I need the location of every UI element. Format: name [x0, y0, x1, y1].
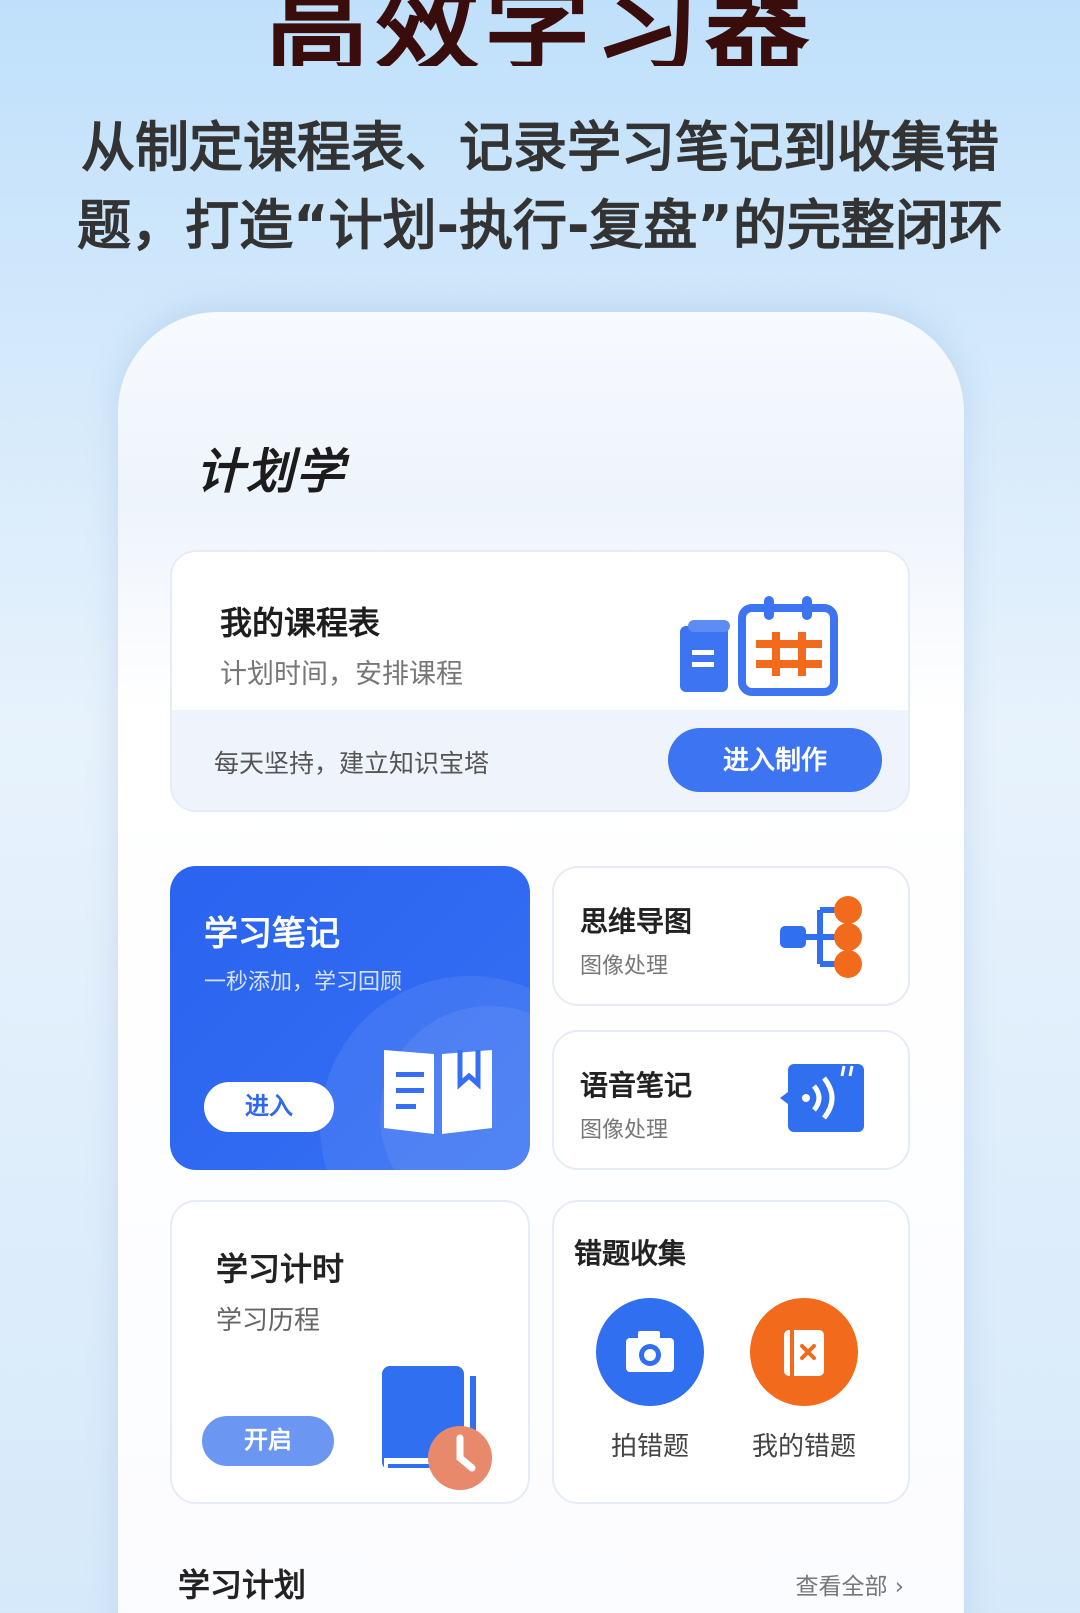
timetable-title: 我的课程表: [220, 604, 381, 642]
study-timer-start-button[interactable]: 开启: [202, 1416, 334, 1466]
study-notes-subtitle: 一秒添加，学习回顾: [204, 970, 403, 995]
section-title: 计划学: [196, 444, 347, 500]
study-notes-enter-button[interactable]: 进入: [204, 1082, 334, 1132]
wrong-questions-title: 错题收集: [574, 1237, 687, 1270]
study-timer-card[interactable]: 学习计时 学习历程 开启: [170, 1200, 530, 1504]
enter-create-button[interactable]: 进入制作: [668, 728, 882, 792]
my-wrong-questions-button[interactable]: [750, 1298, 858, 1406]
mindmap-icon: [780, 896, 862, 978]
voice-note-card[interactable]: 语音笔记 图像处理: [552, 1030, 910, 1170]
study-notes-title: 学习笔记: [204, 914, 340, 954]
my-wrong-questions-label: 我的错题: [751, 1432, 856, 1462]
study-timer-subtitle: 学习历程: [216, 1306, 321, 1336]
view-all-link[interactable]: 查看全部 ›: [795, 1567, 904, 1601]
wrong-book-icon: [784, 1330, 824, 1376]
calendar-icon: [680, 596, 838, 696]
voice-note-subtitle: 图像处理: [580, 1118, 669, 1143]
timetable-footer: 每天坚持，建立知识宝塔 进入制作: [172, 710, 908, 810]
take-photo-label: 拍错题: [610, 1432, 689, 1462]
study-timer-title: 学习计时: [216, 1250, 345, 1288]
timetable-subtitle: 计划时间，安排课程: [220, 659, 463, 690]
voice-note-title: 语音笔记: [580, 1069, 693, 1102]
book-clock-icon: [382, 1366, 492, 1490]
study-notes-card[interactable]: 学习笔记 一秒添加，学习回顾 进入: [170, 866, 530, 1170]
timetable-footer-text: 每天坚持，建立知识宝塔: [214, 749, 490, 778]
wrong-questions-card: 错题收集 拍错题 我的错题: [552, 1200, 910, 1504]
hero-subtitle-line1: 从制定课程表、记录学习笔记到收集错: [81, 116, 999, 179]
open-book-icon: [384, 1050, 492, 1134]
take-photo-button[interactable]: [596, 1298, 704, 1406]
hero-subtitle-line2: 题，打造“计划-执行-复盘”的完整闭环: [77, 194, 1003, 257]
mindmap-title: 思维导图: [580, 905, 693, 938]
mindmap-card[interactable]: 思维导图 图像处理: [552, 866, 910, 1006]
camera-icon: [626, 1331, 674, 1372]
hero-title: 高效学习器: [264, 0, 815, 66]
mindmap-subtitle: 图像处理: [580, 954, 669, 979]
voice-note-icon: [780, 1064, 864, 1132]
study-plan-title: 学习计划: [178, 1566, 307, 1604]
timetable-card[interactable]: 我的课程表 计划时间，安排课程 每天坚持，建立知识宝塔 进入制作: [170, 550, 910, 812]
